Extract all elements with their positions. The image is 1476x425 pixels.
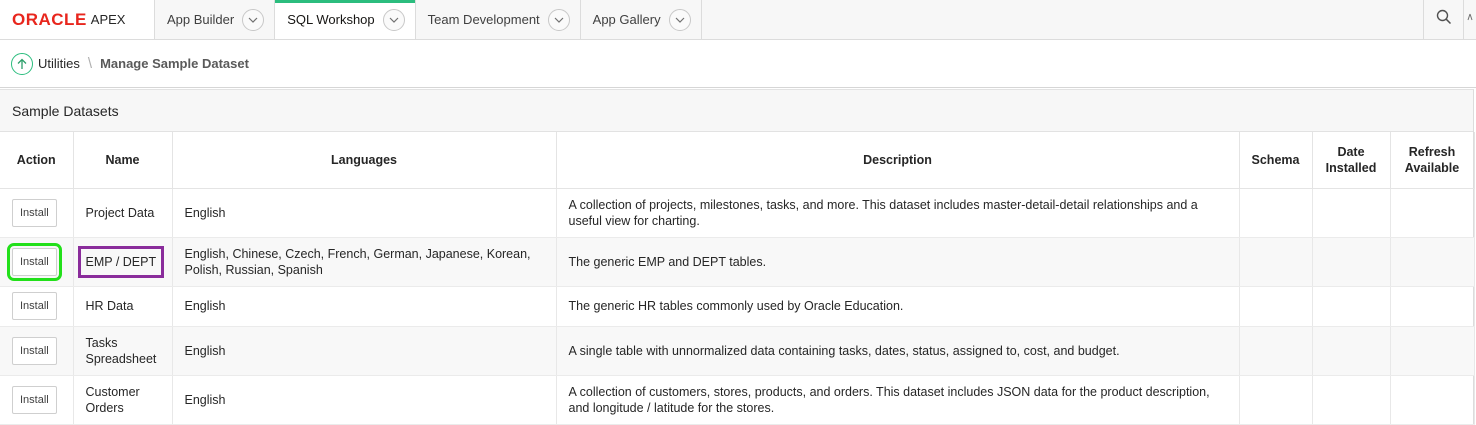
chevron-down-icon[interactable] — [668, 8, 691, 31]
action-cell: Install — [0, 375, 74, 425]
schema-cell — [1239, 326, 1313, 376]
date-installed-cell — [1312, 286, 1391, 327]
refresh-available-cell — [1390, 286, 1475, 327]
table-row: Install Project Data English A collectio… — [0, 188, 1475, 238]
column-header-languages[interactable]: Languages — [172, 132, 557, 189]
name-cell: Project Data — [73, 188, 173, 238]
action-cell: Install — [0, 237, 74, 287]
chevron-down-icon[interactable] — [382, 8, 405, 31]
languages-cell: English — [172, 286, 557, 327]
tab-label: App Gallery — [592, 12, 661, 27]
name-cell: Customer Orders — [73, 375, 173, 425]
user-menu-button[interactable] — [1463, 0, 1476, 39]
schema-cell — [1239, 286, 1313, 327]
user-icon — [1464, 10, 1474, 29]
chevron-down-icon[interactable] — [547, 8, 570, 31]
schema-cell — [1239, 237, 1313, 287]
name-cell: EMP / DEPT — [73, 237, 173, 287]
install-button[interactable]: Install — [12, 292, 57, 320]
date-installed-cell — [1312, 326, 1391, 376]
install-button[interactable]: Install — [12, 198, 57, 227]
description-cell: The generic EMP and DEPT tables. — [556, 237, 1240, 287]
oracle-apex-logo[interactable]: ORACLE APEX — [0, 0, 155, 39]
tab-team-development[interactable]: Team Development — [416, 0, 581, 39]
chevron-down-icon[interactable] — [242, 8, 265, 31]
languages-cell: English, Chinese, Czech, French, German,… — [172, 237, 557, 287]
name-cell: HR Data — [73, 286, 173, 327]
table-header-row: Action Name Languages Description Schema… — [0, 132, 1475, 189]
refresh-available-cell — [1390, 188, 1475, 238]
dataset-name: EMP / DEPT — [77, 245, 165, 278]
column-header-date-installed[interactable]: Date Installed — [1312, 132, 1391, 189]
date-installed-cell — [1312, 375, 1391, 425]
description-cell: A single table with unnormalized data co… — [556, 326, 1240, 376]
top-navigation-bar: ORACLE APEX App Builder SQL Workshop Tea… — [0, 0, 1476, 40]
description-cell: A collection of projects, milestones, ta… — [556, 188, 1240, 238]
install-button[interactable]: Install — [12, 336, 57, 365]
tab-sql-workshop[interactable]: SQL Workshop — [275, 0, 416, 39]
install-button[interactable]: Install — [12, 385, 57, 414]
schema-cell — [1239, 188, 1313, 238]
sample-datasets-table: Action Name Languages Description Schema… — [0, 132, 1475, 425]
table-row: Install Tasks Spreadsheet English A sing… — [0, 326, 1475, 376]
refresh-available-cell — [1390, 326, 1475, 376]
tab-app-gallery[interactable]: App Gallery — [581, 0, 702, 39]
tab-label: App Builder — [167, 12, 235, 27]
arrow-up-icon[interactable] — [11, 52, 33, 75]
description-cell: The generic HR tables commonly used by O… — [556, 286, 1240, 327]
install-button[interactable]: Install — [7, 242, 62, 281]
action-cell: Install — [0, 188, 74, 238]
schema-cell — [1239, 375, 1313, 425]
column-header-action[interactable]: Action — [0, 132, 74, 189]
languages-cell: English — [172, 326, 557, 376]
action-cell: Install — [0, 326, 74, 376]
apex-wordmark: APEX — [90, 12, 126, 27]
date-installed-cell — [1312, 237, 1391, 287]
column-header-refresh-available[interactable]: Refresh Available — [1390, 132, 1475, 189]
languages-cell: English — [172, 188, 557, 238]
region-title: Sample Datasets — [0, 90, 1473, 132]
action-cell: Install — [0, 286, 74, 327]
description-cell: A collection of customers, stores, produ… — [556, 375, 1240, 425]
tab-app-builder[interactable]: App Builder — [155, 0, 276, 39]
search-icon — [1436, 9, 1452, 30]
column-header-description[interactable]: Description — [556, 132, 1240, 189]
name-cell: Tasks Spreadsheet — [73, 326, 173, 376]
tab-label: SQL Workshop — [287, 12, 375, 27]
page-title: Manage Sample Dataset — [100, 56, 249, 71]
languages-cell: English — [172, 375, 557, 425]
refresh-available-cell — [1390, 237, 1475, 287]
table-row: Install HR Data English The generic HR t… — [0, 286, 1475, 327]
table-row: Install EMP / DEPT English, Chinese, Cze… — [0, 237, 1475, 287]
search-button[interactable] — [1423, 0, 1463, 39]
breadcrumb-separator: \ — [87, 55, 93, 72]
refresh-available-cell — [1390, 375, 1475, 425]
column-header-name[interactable]: Name — [73, 132, 173, 189]
tab-label: Team Development — [427, 12, 540, 27]
table-row: Install Customer Orders English A collec… — [0, 375, 1475, 425]
breadcrumb-utilities-link[interactable]: Utilities — [38, 56, 80, 71]
column-header-schema[interactable]: Schema — [1239, 132, 1313, 189]
date-installed-cell — [1312, 188, 1391, 238]
oracle-wordmark: ORACLE — [12, 9, 87, 29]
sample-datasets-region: Sample Datasets Action Name Languages De… — [0, 89, 1475, 425]
breadcrumb: Utilities \ Manage Sample Dataset — [0, 40, 1476, 88]
